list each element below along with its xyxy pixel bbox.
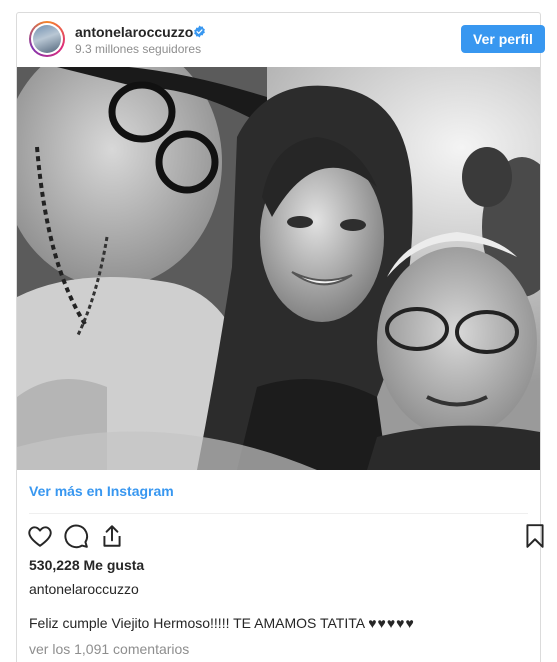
view-more-link[interactable]: Ver más en Instagram — [29, 483, 174, 499]
view-profile-button[interactable]: Ver perfil — [461, 25, 545, 53]
instagram-embed-card: antonelaroccuzzo 9.3 millones seguidores… — [16, 12, 545, 662]
username[interactable]: antonelaroccuzzo — [75, 24, 193, 40]
heart-icon[interactable] — [27, 523, 53, 549]
post-author[interactable]: antonelaroccuzzo — [29, 581, 139, 597]
verified-badge-icon — [194, 25, 205, 38]
post-image — [17, 67, 540, 470]
share-icon[interactable] — [99, 523, 125, 549]
post-header: antonelaroccuzzo 9.3 millones seguidores… — [17, 13, 545, 67]
caption-hearts: ♥♥♥♥♥ — [368, 615, 415, 631]
caption-text: Feliz cumple Viejito Hermoso!!!!! TE AMA… — [29, 615, 365, 631]
like-count[interactable]: 530,228 Me gusta — [29, 557, 144, 573]
divider — [29, 513, 528, 514]
follower-count: 9.3 millones seguidores — [75, 42, 202, 56]
comment-icon[interactable] — [63, 523, 89, 549]
post-photo[interactable] — [17, 67, 540, 470]
post-caption: Feliz cumple Viejito Hermoso!!!!! TE AMA… — [29, 615, 415, 631]
action-bar — [27, 523, 544, 553]
bookmark-icon[interactable] — [522, 523, 548, 549]
avatar[interactable] — [29, 21, 65, 57]
view-comments-link[interactable]: ver los 1,091 comentarios — [29, 641, 189, 657]
